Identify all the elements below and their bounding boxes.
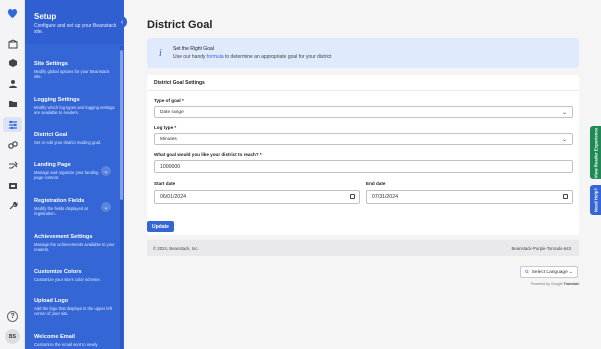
sidebar-item-title: Customize Colors [34, 269, 82, 275]
chevron-down-icon[interactable]: ⌄ [101, 166, 111, 176]
start-date-value: 06/01/2024 [160, 194, 186, 200]
build-id: Beanstack-Purple-Tornado-643 [511, 246, 571, 251]
scrollbar-thumb[interactable] [120, 50, 123, 200]
shuffle-icon[interactable] [7, 160, 18, 171]
wrench-icon[interactable] [7, 200, 18, 211]
sidebar-item-desc: Set or edit your district reading goal. [34, 140, 102, 145]
sidebar-item-title: Welcome Email [34, 334, 75, 340]
sidebar-item-logging-settings[interactable]: Logging Settings Modify which log types … [34, 97, 116, 116]
setup-header: Setup Configure and set up your Beanstac… [25, 0, 124, 44]
sidebar-item-desc: Modify the fields displayed at registrat… [34, 206, 88, 217]
sidebar-item-title: Achievement Settings [34, 234, 93, 240]
sidebar-item-district-goal[interactable]: District Goal Set or edit your district … [34, 132, 116, 145]
calendar-icon[interactable] [350, 194, 355, 199]
sidebar-item-title: Landing Page [34, 162, 71, 168]
tab-label: Need Help? [593, 187, 598, 213]
sidebar-item-desc: Modify global options for your Beanstack… [34, 69, 110, 80]
sidebar-item-desc: Manage the achievements available to you… [34, 242, 115, 253]
goal-type-select[interactable]: Date range ⌄ [154, 106, 573, 118]
sidebar-scrollbar[interactable] [120, 46, 123, 349]
setup-sidebar: Setup Configure and set up your Beanstac… [25, 0, 124, 349]
avatar[interactable]: BS [5, 329, 20, 344]
icon-rail: ? BS [0, 0, 25, 349]
box-icon[interactable] [7, 57, 18, 68]
card-title: District Goal Settings [154, 80, 205, 86]
start-date-input[interactable]: 06/01/2024 [154, 190, 360, 204]
page-title: District Goal [147, 19, 213, 31]
sidebar-item-title: Site Settings [34, 61, 68, 67]
powered-by: Powered by Google Translate [531, 282, 579, 286]
setup-title: Setup [34, 12, 57, 21]
sidebar-item-landing-page[interactable]: Landing Page Manage and organize your la… [34, 162, 104, 181]
sidebar-item-title: District Goal [34, 132, 68, 138]
start-date-label: Start date [154, 181, 176, 186]
chevron-down-icon: ⌄ [561, 110, 567, 116]
info-description: Use our handy formula to determine an ap… [173, 54, 331, 60]
chevron-down-icon[interactable]: ⌄ [101, 202, 111, 212]
sidebar-item-desc: Customize your site's color scheme. [34, 277, 101, 282]
powered-by-text: Powered by [531, 282, 550, 286]
chevron-down-icon: ⌄ [568, 269, 573, 275]
calendar-icon[interactable] [563, 194, 568, 199]
need-help-tab[interactable]: Need Help? [590, 185, 601, 215]
sidebar-item-desc: Add the logo that displays in the upper … [34, 306, 112, 317]
user-icon[interactable] [7, 78, 18, 89]
settings-icon[interactable] [3, 117, 22, 132]
sidebar-item-upload-logo[interactable]: Upload Logo Add the logo that displays i… [34, 298, 116, 317]
folder-icon[interactable] [7, 98, 18, 109]
info-icon: i [159, 48, 162, 59]
divider [147, 90, 579, 91]
goal-label: What goal would you like your district t… [154, 152, 262, 157]
sidebar-item-achievement-settings[interactable]: Achievement Settings Manage the achievem… [34, 234, 116, 253]
log-type-label: Log type * [154, 125, 177, 130]
update-button[interactable]: Update [147, 221, 174, 232]
language-label: Select Language [531, 269, 568, 275]
info-title: Set the Right Goal [173, 46, 214, 52]
copyright: © 2024, Beanstack, Inc. [153, 246, 199, 251]
chevron-down-icon: ⌄ [561, 137, 567, 143]
main-content: District Goal i Set the Right Goal Use o… [124, 0, 587, 349]
formula-link[interactable]: formula [207, 54, 224, 60]
sidebar-item-title: Logging Settings [34, 97, 80, 103]
sidebar-item-desc: Manage and organize your landing page co… [34, 170, 99, 181]
log-type-value: Minutes [160, 136, 177, 142]
setup-description: Configure and set up your Beanstack site… [34, 23, 117, 35]
sidebar-item-site-settings[interactable]: Site Settings Modify global options for … [34, 61, 116, 80]
goal-type-label: Type of goal * [154, 98, 184, 103]
sidebar-item-title: Registration Fields [34, 198, 85, 204]
info-text: Use our handy [173, 54, 207, 60]
google-icon: G [525, 269, 529, 275]
goal-settings-card: District Goal Settings Type of goal * Da… [147, 75, 579, 235]
end-date-input[interactable]: 07/31/2024 [366, 190, 573, 204]
sidebar-item-desc: Modify which log types and logging setti… [34, 105, 115, 116]
log-type-select[interactable]: Minutes ⌄ [154, 133, 573, 145]
monitor-icon[interactable] [7, 180, 18, 191]
library-icon[interactable] [7, 38, 18, 49]
sidebar-item-desc: Customize the email sent to newly [34, 342, 98, 347]
help-icon[interactable]: ? [7, 311, 18, 322]
link-icon[interactable] [7, 139, 18, 150]
view-reader-experience-tab[interactable]: View Reader Experience [590, 126, 601, 179]
info-text: to determine an appropriate goal for you… [223, 54, 332, 60]
goal-type-value: Date range [160, 109, 184, 115]
sidebar-item-welcome-email[interactable]: Welcome Email Customize the email sent t… [34, 334, 116, 347]
sidebar-item-registration-fields[interactable]: Registration Fields Modify the fields di… [34, 198, 104, 217]
tab-label: View Reader Experience [593, 127, 598, 178]
end-date-label: End date [366, 181, 386, 186]
translate-link[interactable]: Translate [564, 282, 580, 286]
sidebar-item-title: Upload Logo [34, 298, 69, 304]
google-text: Google [550, 282, 563, 286]
info-banner: i Set the Right Goal Use our handy formu… [147, 38, 579, 68]
heart-logo-icon[interactable] [6, 7, 19, 20]
footer: © 2024, Beanstack, Inc. Beanstack-Purple… [147, 240, 579, 256]
sidebar-item-customize-colors[interactable]: Customize Colors Customize your site's c… [34, 269, 116, 282]
goal-value: 1000000 [160, 163, 181, 170]
language-select[interactable]: G Select Language ⌄ [520, 266, 578, 278]
end-date-value: 07/31/2024 [372, 194, 398, 200]
goal-input[interactable]: 1000000 [154, 160, 573, 173]
